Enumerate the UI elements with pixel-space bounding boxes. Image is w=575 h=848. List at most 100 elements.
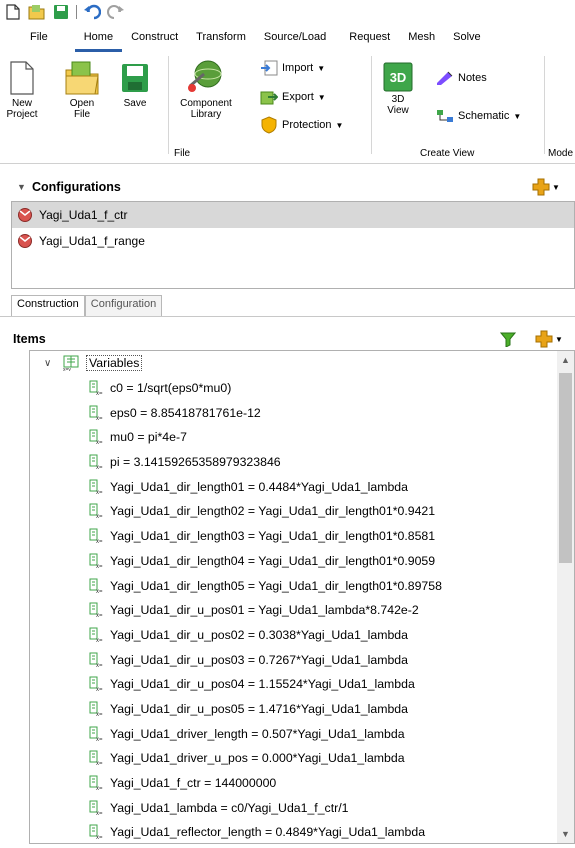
variable-icon: x=	[89, 429, 103, 445]
tree-row-variable[interactable]: x= c0 = 1/sqrt(eps0*mu0)	[30, 376, 558, 401]
svg-text:x=y: x=y	[63, 367, 71, 371]
variables-folder-icon: x=y	[63, 355, 79, 371]
svg-text:x=: x=	[96, 786, 103, 791]
variable-icon: x=	[89, 479, 103, 495]
variable-icon: x=	[89, 602, 103, 618]
tab-home[interactable]: Home	[74, 26, 123, 52]
variable-expression: Yagi_Uda1_f_ctr = 144000000	[110, 776, 277, 791]
tree-row-variable[interactable]: x= Yagi_Uda1_dir_length02 = Yagi_Uda1_dir…	[30, 499, 558, 524]
undo-icon[interactable]	[83, 3, 101, 21]
list-item[interactable]: Yagi_Uda1_f_range	[12, 228, 574, 254]
svg-text:x=: x=	[96, 490, 103, 495]
tab-mesh[interactable]: Mesh	[399, 26, 444, 52]
plus-icon	[535, 330, 553, 348]
new-project-button[interactable]: New Project	[6, 60, 38, 120]
quick-access-toolbar	[0, 0, 575, 24]
component-library-button[interactable]: Component Library	[174, 56, 238, 120]
tab-construct[interactable]: Construct	[122, 26, 187, 52]
variable-icon: x=	[89, 652, 103, 668]
separator	[76, 5, 77, 19]
export-button[interactable]: Export ▼	[260, 89, 326, 105]
tree-row-variable[interactable]: x= Yagi_Uda1_dir_length01 = 0.4484*Yagi_U…	[30, 474, 558, 499]
redo-icon[interactable]	[107, 3, 125, 21]
ribbon: New Project Open File Save Component Lib…	[0, 52, 575, 164]
svg-text:x=: x=	[96, 391, 103, 396]
variable-icon: x=	[89, 775, 103, 791]
variable-expression: mu0 = pi*4e-7	[110, 430, 187, 445]
tree-row-variable[interactable]: x= Yagi_Uda1_dir_length03 = Yagi_Uda1_dir…	[30, 524, 558, 549]
variable-expression: Yagi_Uda1_dir_length01 = 0.4484*Yagi_Uda…	[110, 479, 408, 494]
notes-button[interactable]: Notes	[436, 70, 487, 86]
scroll-down-icon[interactable]: ▼	[557, 825, 574, 843]
scroll-up-icon[interactable]: ▲	[557, 351, 574, 369]
tab-configuration[interactable]: Configuration	[84, 295, 163, 316]
protection-label: Protection	[282, 119, 332, 131]
items-header: Items ▼	[0, 327, 575, 351]
open-file-label: Open File	[69, 98, 95, 120]
tab-transform[interactable]: Transform	[187, 26, 255, 52]
new-project-icon	[10, 61, 34, 95]
items-tree: ∨ x=y Variables x= c0 = 1/sqrt(eps0*mu0) x…	[29, 350, 575, 844]
tree-node-label: Variables	[86, 355, 143, 372]
tab-request[interactable]: Request	[335, 26, 399, 52]
tree-row-variable[interactable]: x= Yagi_Uda1_dir_length04 = Yagi_Uda1_dir…	[30, 549, 558, 574]
tree-row-variable[interactable]: x= Yagi_Uda1_dir_u_pos02 = 0.3038*Yagi_Ud…	[30, 623, 558, 648]
cube-3d-icon: 3D	[383, 62, 413, 92]
list-item[interactable]: Yagi_Uda1_f_ctr	[12, 202, 574, 228]
vertical-scrollbar[interactable]: ▲ ▼	[557, 351, 574, 843]
tab-solve[interactable]: Solve	[444, 26, 490, 52]
variable-expression: Yagi_Uda1_dir_length04 = Yagi_Uda1_dir_l…	[110, 553, 436, 568]
variable-icon: x=	[89, 824, 103, 840]
variable-expression: Yagi_Uda1_dir_u_pos01 = Yagi_Uda1_lambda…	[110, 603, 419, 618]
tree-row-variable[interactable]: x= Yagi_Uda1_dir_u_pos01 = Yagi_Uda1_lamb…	[30, 598, 558, 623]
add-configuration-button[interactable]: ▼	[532, 178, 560, 196]
tree-row-variable[interactable]: x= eps0 = 8.85418781761e-12	[30, 400, 558, 425]
tree-row-variable[interactable]: x= Yagi_Uda1_lambda = c0/Yagi_Uda1_f_ctr/…	[30, 795, 558, 820]
tree-row-variable[interactable]: x= Yagi_Uda1_dir_u_pos05 = 1.4716*Yagi_Ud…	[30, 697, 558, 722]
tab-file[interactable]: File	[0, 26, 75, 52]
variable-icon: x=	[89, 701, 103, 717]
schematic-button[interactable]: Schematic ▼	[436, 108, 521, 124]
variable-expression: Yagi_Uda1_dir_length02 = Yagi_Uda1_dir_l…	[110, 504, 436, 519]
group-label-model: Mode	[548, 148, 574, 159]
svg-text:x=: x=	[96, 416, 103, 421]
save-button[interactable]: Save	[120, 60, 150, 109]
tree-node-variables[interactable]: ∨ x=y Variables	[30, 351, 558, 376]
open-file-button[interactable]: Open File	[64, 60, 100, 120]
export-label: Export	[282, 91, 314, 103]
variable-expression: Yagi_Uda1_lambda = c0/Yagi_Uda1_f_ctr/1	[110, 800, 349, 815]
open-folder-icon	[65, 61, 99, 95]
protection-button[interactable]: Protection ▼	[260, 116, 343, 134]
svg-text:x=: x=	[96, 514, 103, 519]
tree-row-variable[interactable]: x= Yagi_Uda1_driver_u_pos = 0.000*Yagi_Ud…	[30, 746, 558, 771]
filter-icon[interactable]	[500, 331, 516, 347]
save-icon[interactable]	[52, 3, 70, 21]
tree-row-variable[interactable]: x= Yagi_Uda1_reflector_length = 0.4849*Ya…	[30, 820, 558, 843]
variable-icon: x=	[89, 750, 103, 766]
configurations-title: Configurations	[32, 180, 121, 194]
import-button[interactable]: Import ▼	[260, 60, 325, 76]
variable-icon: x=	[89, 553, 103, 569]
tree-row-variable[interactable]: x= Yagi_Uda1_driver_length = 0.507*Yagi_U…	[30, 721, 558, 746]
tree-row-variable[interactable]: x= Yagi_Uda1_dir_u_pos04 = 1.15524*Yagi_U…	[30, 672, 558, 697]
scrollbar-thumb[interactable]	[559, 373, 572, 563]
tree-row-variable[interactable]: x= Yagi_Uda1_dir_u_pos03 = 0.7267*Yagi_Ud…	[30, 647, 558, 672]
tab-source-load[interactable]: Source/Load	[255, 26, 335, 52]
expand-chevron-icon[interactable]: ∨	[44, 358, 56, 369]
tree-row-variable[interactable]: x= pi = 3.14159265358979323846	[30, 450, 558, 475]
open-file-icon[interactable]	[28, 3, 46, 21]
items-title: Items	[13, 332, 46, 346]
3d-icon-text: 3D	[390, 70, 407, 85]
variable-icon: x=	[89, 800, 103, 816]
tree-row-variable[interactable]: x= Yagi_Uda1_dir_length05 = Yagi_Uda1_dir…	[30, 573, 558, 598]
add-item-button[interactable]: ▼	[535, 330, 563, 348]
tab-construction[interactable]: Construction	[11, 295, 85, 316]
ribbon-separator	[168, 56, 169, 154]
ribbon-separator	[371, 56, 372, 154]
collapse-chevron-icon[interactable]: ▼	[17, 182, 26, 192]
3d-view-button[interactable]: 3D 3D View	[382, 62, 414, 116]
new-file-icon[interactable]	[4, 3, 22, 21]
tree-row-variable[interactable]: x= mu0 = pi*4e-7	[30, 425, 558, 450]
component-library-label: Component Library	[180, 98, 232, 120]
tree-row-variable[interactable]: x= Yagi_Uda1_f_ctr = 144000000	[30, 771, 558, 796]
